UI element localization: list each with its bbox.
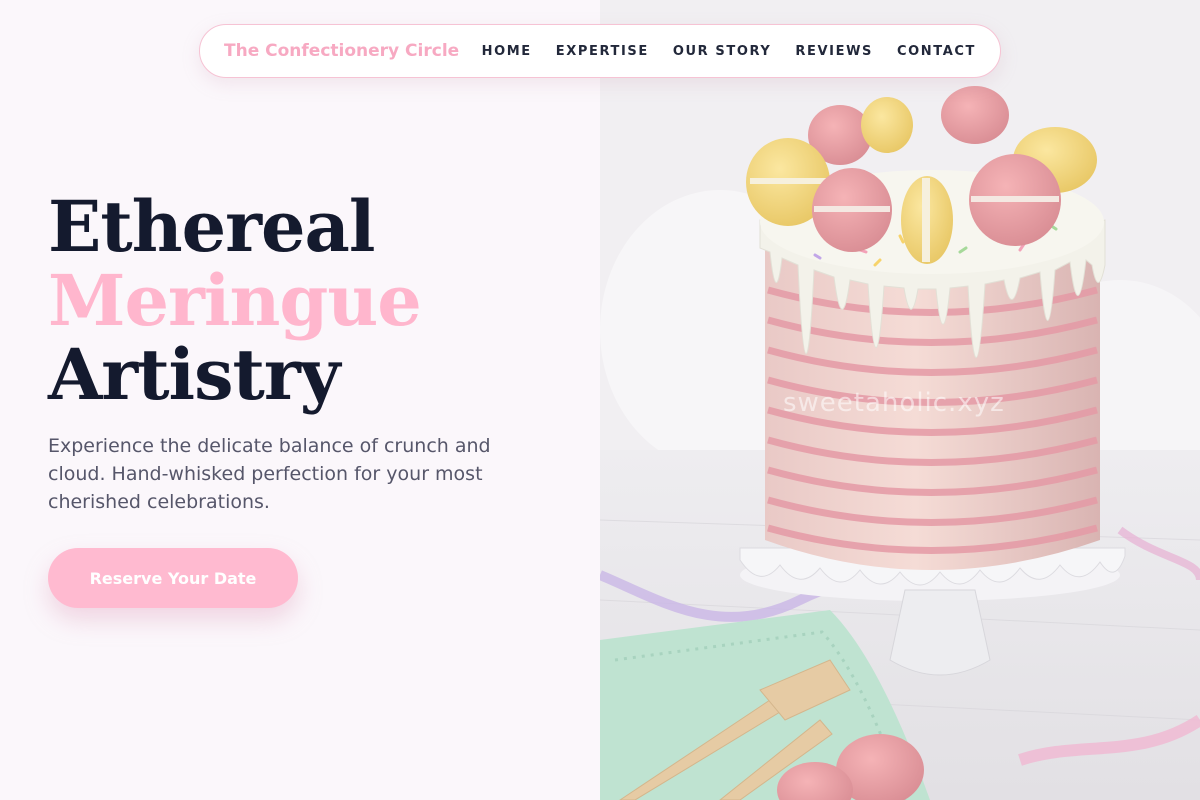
brand-logo-link[interactable]: The Confectionery Circle (224, 41, 459, 61)
hero-title: Ethereal Meringue Artistry (48, 185, 422, 416)
hero-title-line-1: Ethereal (48, 185, 375, 268)
main-navigation: The Confectionery Circle HOME EXPERTISE … (199, 24, 1001, 78)
photo-watermark: sweetaholic.xyz (783, 388, 1005, 418)
nav-link-reviews[interactable]: REVIEWS (795, 44, 873, 59)
hero-title-line-3: Artistry (48, 333, 340, 416)
hero-title-line-2: Meringue (48, 259, 422, 342)
reserve-date-button[interactable]: Reserve Your Date (48, 548, 298, 608)
nav-link-our-story[interactable]: OUR STORY (673, 44, 772, 59)
nav-link-home[interactable]: HOME (482, 44, 532, 59)
hero-section: Ethereal Meringue Artistry Experience th… (0, 0, 600, 800)
nav-link-contact[interactable]: CONTACT (897, 44, 976, 59)
nav-links: HOME EXPERTISE OUR STORY REVIEWS CONTACT (482, 44, 976, 59)
hero-description: Experience the delicate balance of crunc… (48, 435, 491, 513)
hero-cake-photo: sweetaholic.xyz (600, 0, 1200, 800)
nav-link-expertise[interactable]: EXPERTISE (556, 44, 649, 59)
